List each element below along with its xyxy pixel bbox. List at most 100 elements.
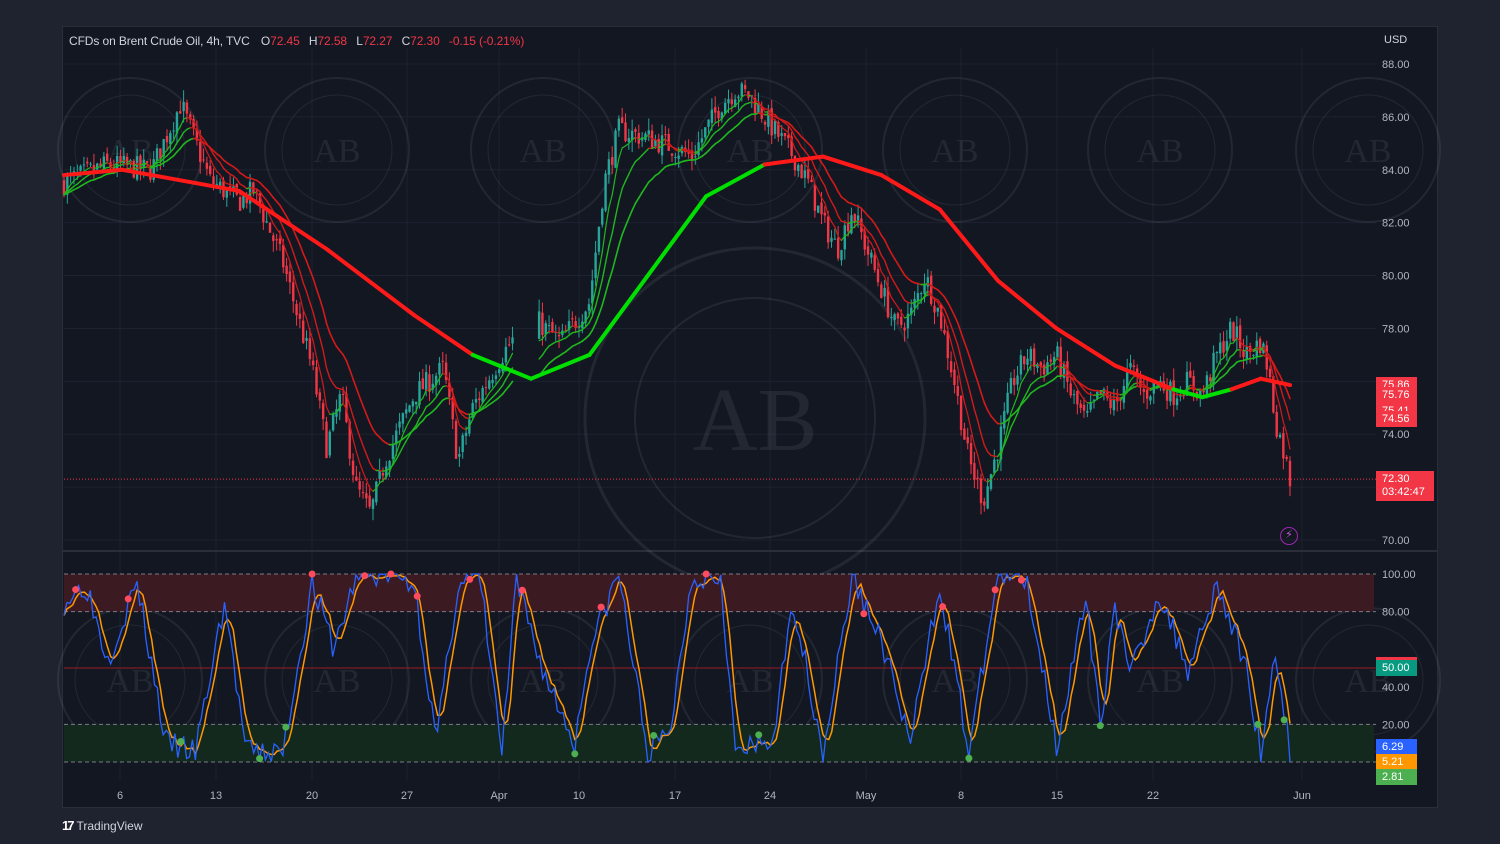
chart-canvas[interactable]: AB AB AB AB AB AB ABAB AB AB AB AB AB ABAB88.0086.00… [0, 0, 1500, 844]
candle-body [800, 164, 803, 179]
candle-body [547, 324, 551, 326]
ma-segment [976, 380, 982, 394]
candle-body [876, 269, 880, 283]
ma-segment [319, 336, 324, 352]
candle-body [401, 413, 405, 424]
ma-slow-segment [820, 154, 884, 178]
ma-slow-segment [879, 173, 942, 212]
candle-body [587, 304, 591, 311]
ma-segment [289, 242, 294, 253]
candle-body [1089, 402, 1092, 410]
tradingview-logo[interactable]: 17 TradingView [62, 818, 143, 833]
price-axis-tick: 70.00 [1382, 535, 1410, 547]
candle-body [611, 157, 614, 165]
low-value: 72.27 [362, 34, 393, 48]
ma-segment [315, 288, 321, 300]
ma-segment [285, 234, 291, 244]
cross-marker-sell [1017, 576, 1025, 584]
ma-segment [312, 311, 318, 327]
ma-segment [618, 233, 623, 247]
ma-segment [897, 263, 903, 271]
ma-segment [302, 282, 308, 293]
candle-body [1232, 322, 1235, 342]
ma-segment [810, 158, 816, 169]
ma-segment [1080, 393, 1085, 400]
ma-segment [946, 301, 952, 310]
ma-segment [488, 396, 494, 402]
ma-segment [1275, 369, 1281, 377]
ma-segment [368, 421, 374, 431]
symbol-name[interactable]: CFDs on Brent Crude Oil, 4h, TVC [69, 34, 250, 48]
candle-body [179, 111, 182, 114]
cross-marker-buy [177, 738, 185, 746]
cross-marker-sell [124, 595, 132, 603]
ma-segment [541, 349, 547, 356]
close-label: C [401, 34, 411, 48]
ma-segment [422, 415, 427, 422]
ma-segment [611, 174, 617, 196]
candle-body [943, 329, 946, 334]
price-tag: 75.76 [1376, 386, 1417, 403]
candle-body [833, 238, 837, 240]
candle-body [929, 275, 933, 304]
ma-segment [588, 315, 593, 324]
ma-segment [594, 292, 600, 307]
candle-body [172, 130, 175, 132]
cross-marker-buy [282, 723, 290, 731]
ma-slow-segment [1229, 376, 1263, 392]
ma-segment [800, 146, 806, 152]
ma-segment [458, 424, 464, 429]
candle-body [1026, 358, 1029, 365]
ma-segment [618, 187, 623, 202]
ma-segment [1023, 390, 1029, 399]
ma-segment [724, 118, 730, 125]
candle-body [634, 129, 637, 132]
open-label: O [260, 34, 271, 48]
candle-body [82, 164, 86, 166]
candle-body [627, 137, 631, 142]
candle-body [1142, 389, 1146, 392]
stoch-value-tag: 5.21 [1376, 754, 1417, 770]
candle-body [1082, 404, 1086, 411]
candle-body [351, 460, 355, 475]
candle-body [953, 369, 956, 386]
ma-segment [820, 161, 826, 169]
lightning-icon[interactable]: ⚡ [1280, 527, 1298, 545]
ma-segment [880, 234, 886, 241]
ma-segment [814, 167, 819, 175]
price-axis-tick: 86.00 [1382, 112, 1410, 124]
candle-body [787, 135, 790, 139]
candle-body [810, 179, 813, 183]
candle-body [228, 186, 232, 188]
ma-segment [216, 158, 221, 164]
candle-body [853, 214, 856, 222]
candle-body [956, 386, 959, 396]
candle-body [1288, 460, 1292, 487]
ma-segment [608, 194, 613, 209]
candles [62, 79, 1292, 521]
ma-segment [1279, 405, 1284, 423]
ma-slow-segment [1054, 326, 1117, 368]
candle-body [272, 235, 275, 241]
ma-segment [890, 276, 896, 284]
time-axis-tick: 8 [958, 790, 964, 802]
candle-body [969, 443, 973, 465]
candle-body [1268, 368, 1272, 378]
cross-marker-sell [860, 610, 868, 618]
currency-label[interactable]: USD [1384, 34, 1407, 46]
watermark-big-monogram: AB [692, 371, 817, 470]
ma-segment [967, 382, 972, 397]
candle-body [780, 133, 783, 136]
candle-body [710, 109, 714, 123]
candle-body [398, 421, 401, 428]
ma-segment [986, 409, 992, 417]
ma-segment [312, 277, 318, 290]
ma-segment [794, 148, 799, 155]
candle-body [747, 91, 750, 98]
ma-segment [1083, 388, 1089, 394]
candle-body [933, 305, 936, 313]
candle-body [541, 312, 544, 335]
time-axis-tick: 13 [210, 790, 222, 802]
ma-segment [900, 293, 906, 301]
candle-body [707, 119, 710, 127]
